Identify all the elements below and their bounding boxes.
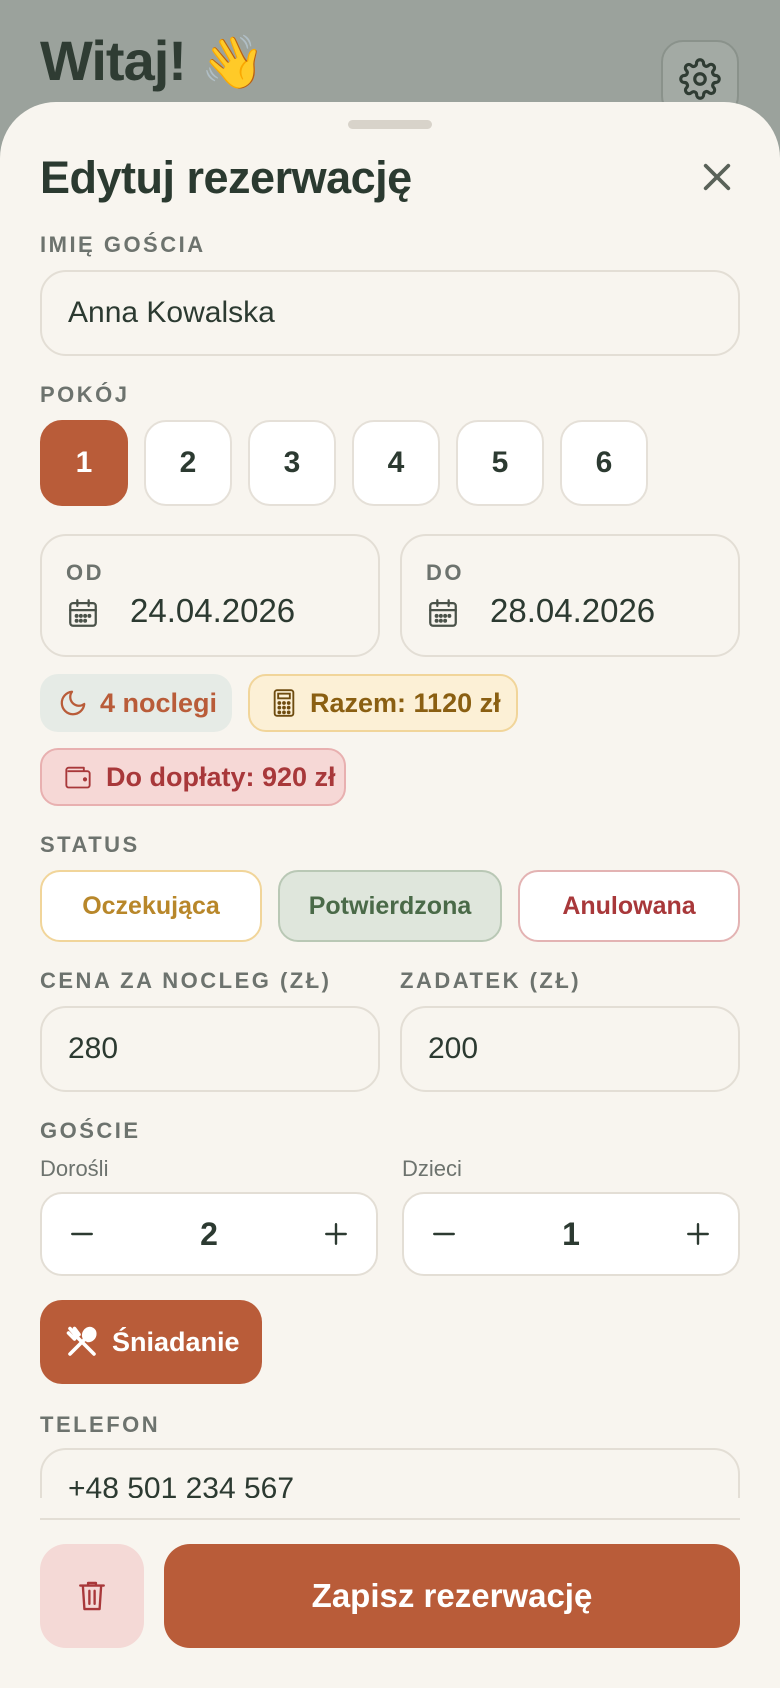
save-reservation-button[interactable]: Zapisz rezerwację [164, 1544, 740, 1648]
calculator-icon [273, 689, 295, 717]
date-from-label: OD [66, 560, 104, 585]
date-to-label: DO [426, 560, 464, 585]
room-label: POKÓJ [40, 382, 130, 407]
gear-icon [679, 58, 721, 100]
guest-name-value: Anna Kowalska [68, 296, 275, 329]
calendar-icon [429, 599, 457, 627]
total-chip: Razem: 1120 zł [248, 674, 518, 732]
room-option-6[interactable]: 6 [560, 420, 648, 506]
wallet-icon [65, 766, 91, 789]
children-stepper: 1 [402, 1192, 740, 1276]
nights-chip: 4 noclegi [40, 674, 232, 732]
date-to-value: 28.04.2026 [490, 592, 656, 629]
price-value: 280 [68, 1032, 119, 1065]
total-text: Razem: 1120 zł [310, 687, 501, 718]
wave-icon: 👋 [200, 34, 265, 92]
children-label: Dzieci [402, 1156, 462, 1181]
nights-text: 4 noclegi [100, 687, 218, 718]
minus-icon [433, 1232, 455, 1236]
minus-icon [71, 1232, 93, 1236]
deposit-input[interactable]: 200 [400, 1006, 740, 1092]
plus-icon [687, 1223, 709, 1245]
children-decrement-button[interactable] [404, 1194, 484, 1274]
amount-due-chip: Do dopłaty: 920 zł [40, 748, 346, 806]
guest-name-label: IMIĘ GOŚCIA [40, 232, 206, 257]
price-input[interactable]: 280 [40, 1006, 380, 1092]
moon-icon [60, 690, 86, 716]
date-from-value: 24.04.2026 [130, 592, 296, 629]
room-option-1[interactable]: 1 [40, 420, 128, 506]
status-confirmed-button[interactable]: Potwierdzona [278, 870, 502, 942]
status-cancelled-button[interactable]: Anulowana [518, 870, 740, 942]
sheet-title: Edytuj rezerwację [40, 152, 412, 203]
plus-icon [325, 1223, 347, 1245]
amount-due-text: Do dopłaty: 920 zł [106, 761, 336, 792]
utensils-icon [66, 1326, 97, 1356]
greeting-text: Witaj! [40, 29, 187, 92]
adults-increment-button[interactable] [296, 1194, 376, 1274]
adults-label: Dorośli [40, 1156, 109, 1181]
phone-label: TELEFON [40, 1412, 161, 1437]
room-option-5[interactable]: 5 [456, 420, 544, 506]
deposit-label: ZADATEK (ZŁ) [400, 968, 582, 993]
sheet-drag-handle[interactable] [348, 120, 432, 129]
calendar-icon [69, 599, 97, 627]
room-option-2[interactable]: 2 [144, 420, 232, 506]
status-pending-button[interactable]: Oczekująca [40, 870, 262, 942]
adults-stepper: 2 [40, 1192, 378, 1276]
delete-button[interactable] [40, 1544, 144, 1648]
deposit-value: 200 [428, 1032, 479, 1065]
guests-label: GOŚCIE [40, 1118, 141, 1143]
greeting-title: Witaj! 👋 [40, 28, 265, 93]
guest-name-input[interactable]: Anna Kowalska [40, 270, 740, 356]
close-icon [703, 163, 731, 191]
date-to-field[interactable]: DO 28.04.2026 [400, 534, 740, 657]
children-increment-button[interactable] [658, 1194, 738, 1274]
trash-icon [79, 1581, 105, 1611]
children-value: 1 [562, 1215, 580, 1252]
breakfast-label: Śniadanie [112, 1326, 240, 1357]
adults-value: 2 [200, 1215, 218, 1252]
price-label: CENA ZA NOCLEG (ZŁ) [40, 968, 332, 993]
status-label: STATUS [40, 832, 140, 857]
footer-divider [40, 1518, 740, 1520]
close-button[interactable] [692, 152, 742, 202]
date-from-field[interactable]: OD 24.04.2026 [40, 534, 380, 657]
breakfast-toggle[interactable]: Śniadanie [40, 1300, 262, 1384]
room-option-4[interactable]: 4 [352, 420, 440, 506]
adults-decrement-button[interactable] [42, 1194, 122, 1274]
room-option-3[interactable]: 3 [248, 420, 336, 506]
